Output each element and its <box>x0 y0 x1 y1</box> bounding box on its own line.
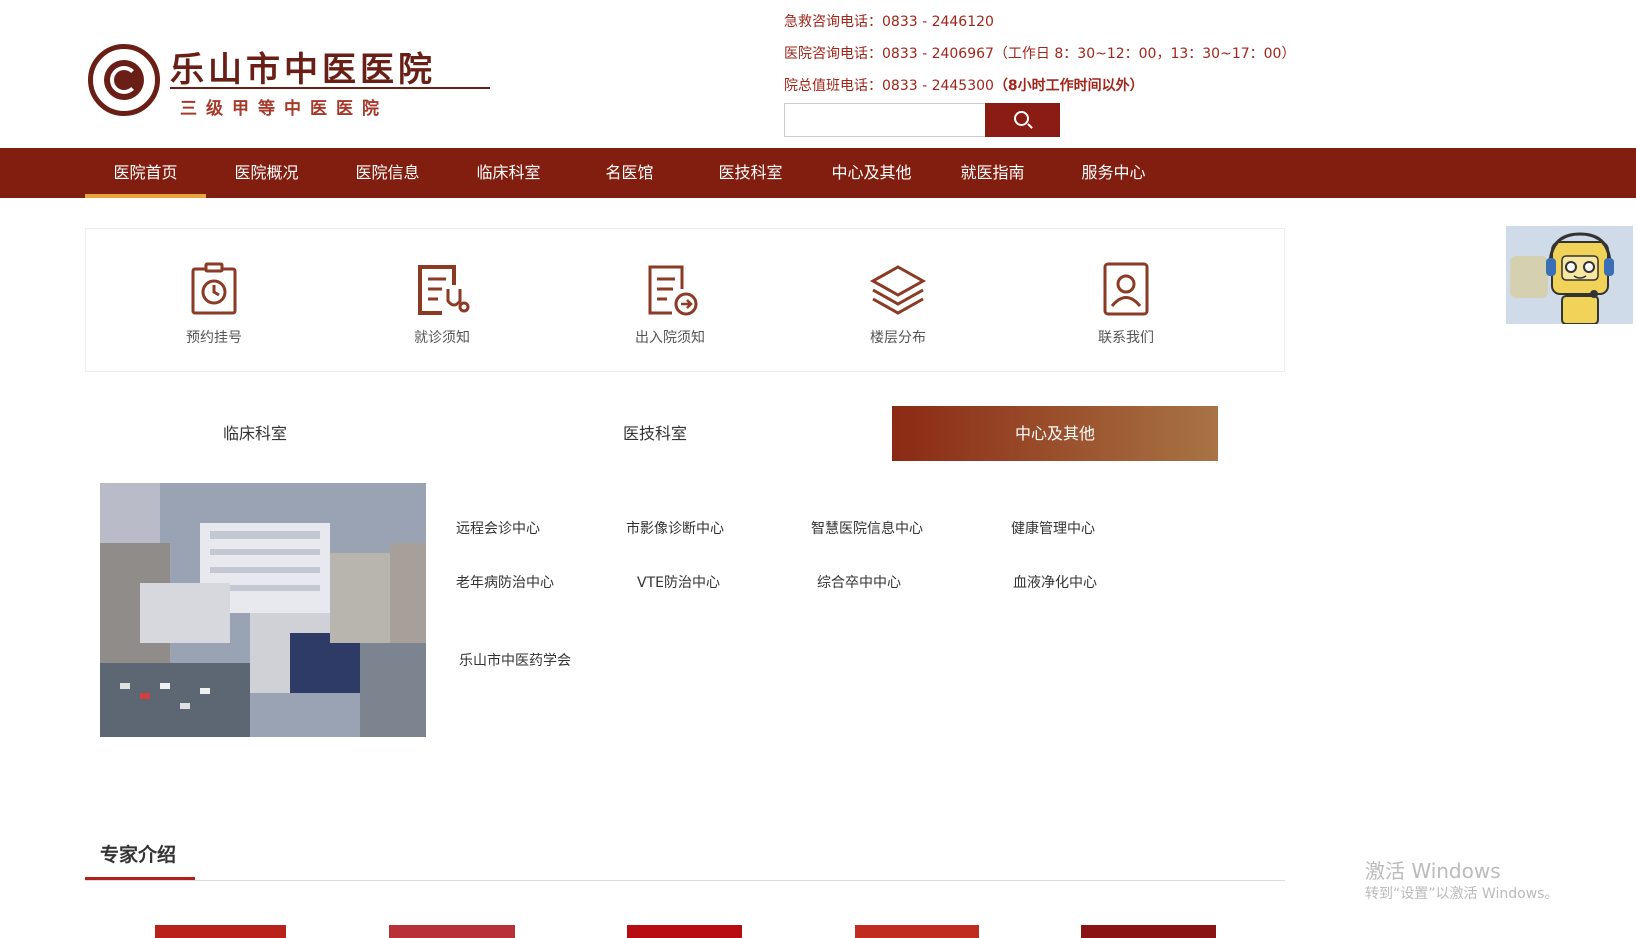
logo-subtitle: 三级甲等中医医院 <box>180 99 388 119</box>
nav-item-famous-doctors[interactable]: 名医馆 <box>569 148 690 198</box>
quick-link-floor-plan[interactable]: 楼层分布 <box>828 259 968 347</box>
quick-link-admission-discharge[interactable]: 出入院须知 <box>600 259 740 347</box>
search-input[interactable] <box>784 103 985 137</box>
quick-link-appointment[interactable]: 预约挂号 <box>144 259 284 347</box>
quick-link-label: 楼层分布 <box>870 330 926 346</box>
nav-item-centers[interactable]: 中心及其他 <box>811 148 932 198</box>
hospital-logo[interactable]: 乐山市中医医院 三级甲等中医医院 <box>88 42 490 122</box>
search-bar <box>784 103 1060 137</box>
duty-phone-number: 院总值班电话：0833 - 2445300 <box>784 78 994 94</box>
admission-discharge-icon <box>648 265 698 316</box>
center-link-tcm-society[interactable]: 乐山市中医药学会 <box>459 650 571 670</box>
windows-activation-watermark-hint: 转到“设置”以激活 Windows。 <box>1365 886 1559 902</box>
nav-item-home[interactable]: 医院首页 <box>85 148 206 198</box>
floor-layers-icon <box>869 265 927 315</box>
quick-link-label: 联系我们 <box>1098 330 1154 346</box>
logo-divider <box>170 87 490 89</box>
search-icon <box>1014 111 1029 126</box>
center-link-imaging-diagnosis[interactable]: 市影像诊断中心 <box>626 518 724 538</box>
hospital-aerial-photo <box>100 483 426 737</box>
windows-activation-watermark-title: 激活 Windows <box>1365 859 1501 883</box>
hospital-homepage: 乐山市中医医院 三级甲等中医医院 急救咨询电话：0833 - 2446120 医… <box>0 0 1636 938</box>
main-nav: 医院首页 医院概况 医院信息 临床科室 名医馆 医技科室 中心及其他 就医指南 … <box>0 148 1636 198</box>
nav-item-overview[interactable]: 医院概况 <box>206 148 327 198</box>
quick-link-clinic-notice[interactable]: 就诊须知 <box>372 259 512 347</box>
emergency-phone: 急救咨询电话：0833 - 2446120 <box>784 14 994 30</box>
search-button[interactable] <box>985 103 1060 137</box>
center-link-remote-consultation[interactable]: 远程会诊中心 <box>456 518 540 538</box>
contact-phones: 急救咨询电话：0833 - 2446120 医院咨询电话：0833 - 2406… <box>784 6 1295 102</box>
expert-card[interactable] <box>389 925 515 938</box>
experts-section-title: 专家介绍 <box>100 844 177 866</box>
quick-link-label: 预约挂号 <box>186 330 242 346</box>
nav-item-hospital-info[interactable]: 医院信息 <box>327 148 448 198</box>
tab-medical-technology[interactable]: 医技科室 <box>492 406 818 461</box>
expert-card[interactable] <box>627 925 742 938</box>
quick-link-label: 就诊须知 <box>414 330 470 346</box>
customer-service-robot-icon <box>1506 226 1633 324</box>
duty-phone-note: （8小时工作时间以外） <box>993 78 1144 94</box>
appointment-clock-icon <box>191 262 237 315</box>
tab-centers-others[interactable]: 中心及其他 <box>892 406 1218 461</box>
center-link-geriatric[interactable]: 老年病防治中心 <box>456 572 554 592</box>
expert-card[interactable] <box>1081 925 1216 938</box>
center-link-smart-hospital-info[interactable]: 智慧医院信息中心 <box>811 518 923 538</box>
nav-item-medical-technology[interactable]: 医技科室 <box>690 148 811 198</box>
nav-item-service-center[interactable]: 服务中心 <box>1053 148 1174 198</box>
logo-seal-icon <box>88 44 160 116</box>
logo-hospital-name: 乐山市中医医院 <box>170 50 436 90</box>
tab-clinical-departments[interactable]: 临床科室 <box>92 406 418 461</box>
quick-link-contact-us[interactable]: 联系我们 <box>1056 259 1196 347</box>
quick-links-panel: 预约挂号 就诊须知 出入院须知 楼层分布 联系我们 <box>85 228 1285 372</box>
center-link-stroke[interactable]: 综合卒中中心 <box>817 572 901 592</box>
expert-card[interactable] <box>855 925 979 938</box>
nav-item-patient-guide[interactable]: 就医指南 <box>932 148 1053 198</box>
center-link-blood-purification[interactable]: 血液净化中心 <box>1013 572 1097 592</box>
duty-phone: 院总值班电话：0833 - 2445300（8小时工作时间以外） <box>784 70 1295 102</box>
experts-divider <box>85 880 1285 881</box>
clinic-notice-stethoscope-icon <box>418 265 470 315</box>
contact-person-icon <box>1103 262 1149 316</box>
expert-card[interactable] <box>155 925 286 938</box>
center-link-vte[interactable]: VTE防治中心 <box>637 572 720 592</box>
consult-phone: 医院咨询电话：0833 - 2406967（工作日 8：30~12：00，13：… <box>784 46 1296 62</box>
nav-item-clinical-departments[interactable]: 临床科室 <box>448 148 569 198</box>
center-link-health-management[interactable]: 健康管理中心 <box>1011 518 1095 538</box>
customer-service-widget[interactable] <box>1506 226 1633 324</box>
quick-link-label: 出入院须知 <box>635 330 705 346</box>
